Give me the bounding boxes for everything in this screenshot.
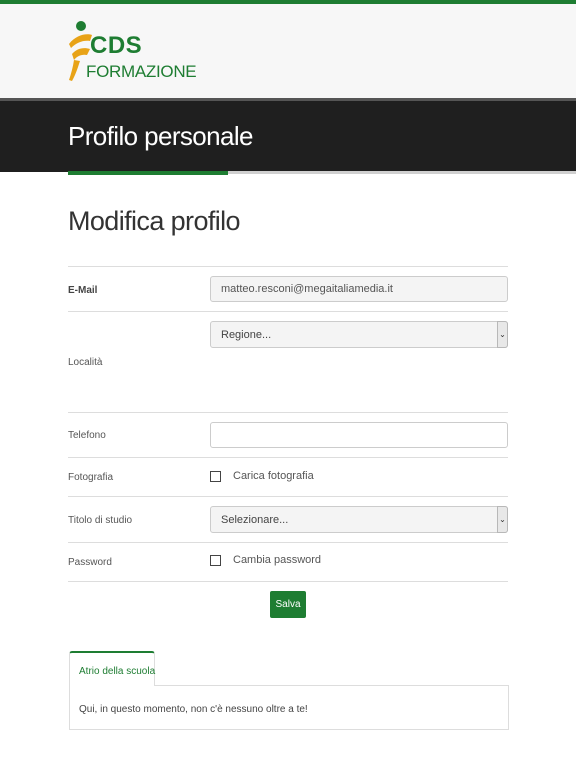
email-field[interactable]	[210, 276, 508, 302]
save-button[interactable]: Salva	[270, 591, 306, 618]
logo-wordmark-cds: CDS	[90, 32, 143, 59]
region-select-value: Regione...	[221, 329, 272, 341]
region-select[interactable]: Regione... ⌄	[210, 321, 508, 348]
phone-field[interactable]	[210, 422, 508, 448]
education-label: Titolo di studio	[68, 515, 133, 526]
school-lobby-panel: Qui, in questo momento, non c'è nessuno …	[69, 685, 509, 730]
form-divider	[68, 581, 508, 582]
form-divider	[68, 457, 508, 458]
photo-label: Fotografia	[68, 472, 114, 483]
logo-wordmark-formazione: FORMAZIONE	[86, 62, 197, 81]
title-divider	[228, 171, 576, 174]
form-divider	[68, 496, 508, 497]
education-select[interactable]: Selezionare... ⌄	[210, 506, 508, 533]
form-divider	[68, 311, 508, 312]
page-title-bar: Profilo personale	[0, 98, 576, 172]
school-lobby-message: Qui, in questo momento, non c'è nessuno …	[79, 704, 308, 715]
email-label: E-Mail	[68, 285, 98, 296]
education-select-value: Selezionare...	[221, 514, 289, 526]
upload-photo-checkbox[interactable]	[210, 471, 221, 482]
password-label: Password	[68, 557, 112, 568]
form-divider	[68, 412, 508, 413]
tab-school-lobby-label: Atrio della scuola	[79, 666, 156, 677]
chevron-down-icon: ⌄	[497, 321, 508, 348]
phone-label: Telefono	[68, 430, 106, 441]
cds-logo[interactable]: CDS FORMAZIONE	[68, 20, 208, 84]
form-divider	[68, 542, 508, 543]
chevron-down-icon: ⌄	[497, 506, 508, 533]
section-title: Modifica profilo	[68, 206, 241, 236]
upload-photo-label[interactable]: Carica fotografia	[233, 470, 314, 482]
location-label: Località	[68, 357, 103, 368]
change-password-label[interactable]: Cambia password	[233, 554, 321, 566]
tab-school-lobby[interactable]: Atrio della scuola	[69, 651, 155, 686]
title-accent-bar	[68, 171, 228, 175]
form-divider	[68, 266, 508, 267]
page-title: Profilo personale	[68, 121, 254, 151]
change-password-checkbox[interactable]	[210, 555, 221, 566]
